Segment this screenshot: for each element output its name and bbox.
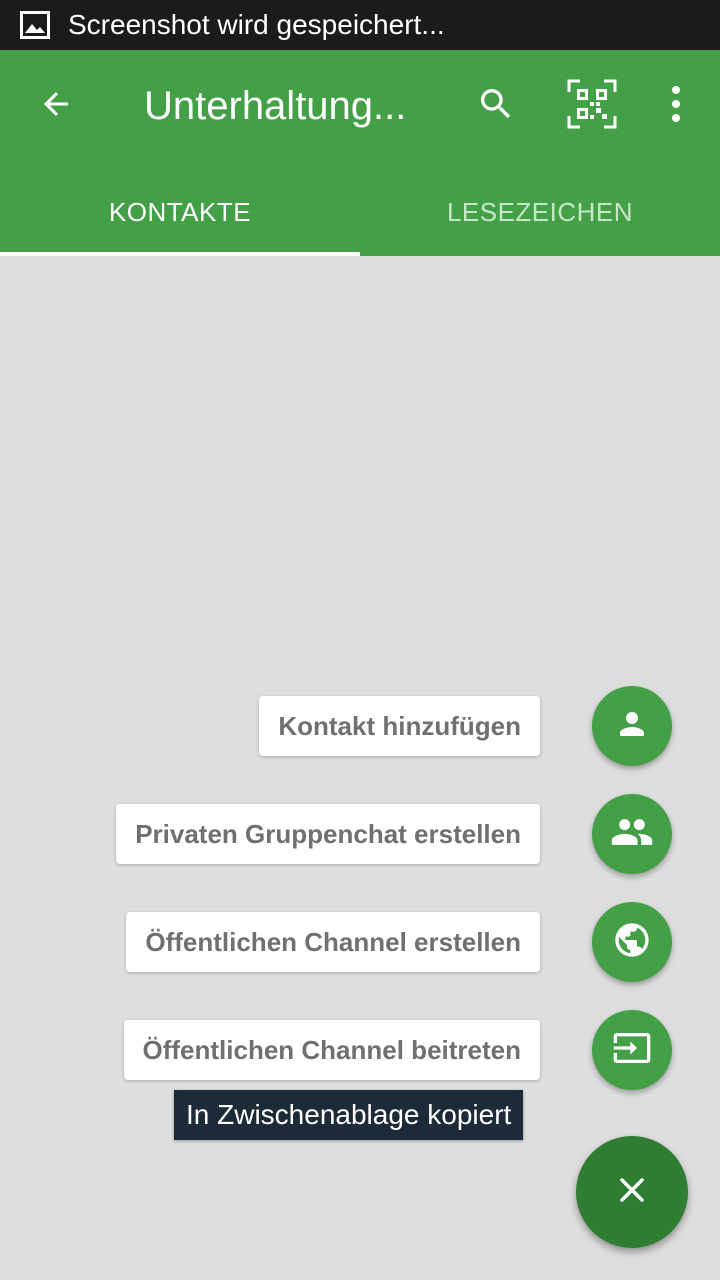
status-notification-text: Screenshot wird gespeichert... (68, 9, 445, 40)
search-icon (476, 84, 516, 129)
qr-scan-button[interactable] (560, 74, 624, 138)
search-button[interactable] (464, 74, 528, 138)
tab-indicator (0, 252, 360, 256)
close-fab-button[interactable] (576, 1136, 688, 1248)
status-bar: Screenshot wird gespeichert... (0, 0, 720, 50)
create-private-group-label[interactable]: Privaten Gruppenchat erstellen (116, 804, 540, 864)
toast-message: In Zwischenablage kopiert (174, 1090, 524, 1140)
more-vert-icon (670, 85, 682, 127)
group-icon (610, 810, 654, 859)
image-icon (20, 11, 50, 39)
join-public-channel-label[interactable]: Öffentlichen Channel beitreten (123, 1020, 540, 1080)
person-icon (614, 706, 650, 747)
tab-kontakte[interactable]: KONTAKTE (0, 168, 360, 256)
add-contact-label[interactable]: Kontakt hinzufügen (259, 696, 540, 756)
tab-lesezeichen[interactable]: LESEZEICHEN (360, 168, 720, 256)
close-icon (618, 1176, 646, 1209)
globe-icon (612, 920, 652, 965)
qr-code-scan-icon (567, 79, 617, 134)
create-public-channel-label[interactable]: Öffentlichen Channel erstellen (126, 912, 540, 972)
create-public-channel-button[interactable] (592, 902, 672, 982)
add-contact-button[interactable] (592, 686, 672, 766)
arrow-back-icon (38, 86, 74, 127)
input-icon (612, 1028, 652, 1073)
join-public-channel-button[interactable] (592, 1010, 672, 1090)
app-bar: Unterhaltung... KONTAKTE LESEZEICHEN (0, 50, 720, 256)
page-title: Unterhaltung... (144, 84, 407, 128)
back-button[interactable] (24, 74, 88, 138)
create-private-group-button[interactable] (592, 794, 672, 874)
more-options-button[interactable] (652, 74, 700, 138)
